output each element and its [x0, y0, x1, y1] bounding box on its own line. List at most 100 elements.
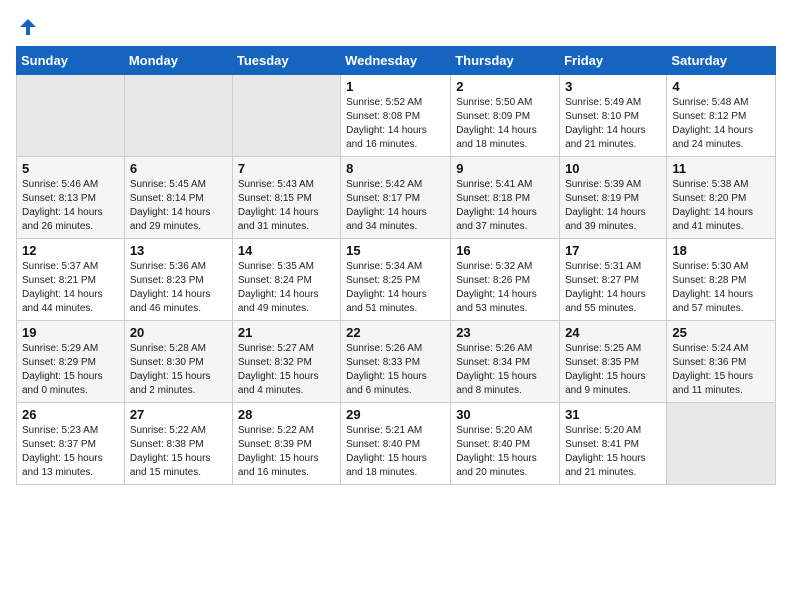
day-info: Sunrise: 5:42 AMSunset: 8:17 PMDaylight:…: [346, 178, 445, 234]
day-info: Sunrise: 5:52 AMSunset: 8:08 PMDaylight:…: [346, 96, 445, 152]
day-info: Sunrise: 5:20 AMSunset: 8:41 PMDaylight:…: [565, 424, 661, 480]
day-info: Sunrise: 5:20 AMSunset: 8:40 PMDaylight:…: [456, 424, 554, 480]
week-row-2: 5 Sunrise: 5:46 AMSunset: 8:13 PMDaylight…: [17, 157, 776, 239]
day-info: Sunrise: 5:29 AMSunset: 8:29 PMDaylight:…: [22, 342, 119, 398]
day-number: 17: [565, 243, 661, 258]
weekday-header-monday: Monday: [124, 47, 232, 75]
day-cell: 24 Sunrise: 5:25 AMSunset: 8:35 PMDayligh…: [560, 321, 667, 403]
day-number: 8: [346, 161, 445, 176]
weekday-header-saturday: Saturday: [667, 47, 776, 75]
day-info: Sunrise: 5:35 AMSunset: 8:24 PMDaylight:…: [238, 260, 335, 316]
day-cell: 28 Sunrise: 5:22 AMSunset: 8:39 PMDayligh…: [232, 403, 340, 485]
day-number: 3: [565, 79, 661, 94]
day-info: Sunrise: 5:30 AMSunset: 8:28 PMDaylight:…: [672, 260, 770, 316]
day-cell: 14Sunrise: 5:35 AMSunset: 8:24 PMDayligh…: [232, 239, 340, 321]
day-number: 19: [22, 325, 119, 340]
day-cell: 17 Sunrise: 5:31 AMSunset: 8:27 PMDayligh…: [560, 239, 667, 321]
weekday-header-row: SundayMondayTuesdayWednesdayThursdayFrid…: [17, 47, 776, 75]
day-info: Sunrise: 5:24 AMSunset: 8:36 PMDaylight:…: [672, 342, 770, 398]
day-cell: 29Sunrise: 5:21 AMSunset: 8:40 PMDayligh…: [341, 403, 451, 485]
day-info: Sunrise: 5:32 AMSunset: 8:26 PMDaylight:…: [456, 260, 554, 316]
day-info: Sunrise: 5:39 AMSunset: 8:19 PMDaylight:…: [565, 178, 661, 234]
day-number: 13: [130, 243, 227, 258]
weekday-header-wednesday: Wednesday: [341, 47, 451, 75]
day-number: 4: [672, 79, 770, 94]
day-cell: 7Sunrise: 5:43 AMSunset: 8:15 PMDaylight…: [232, 157, 340, 239]
day-number: 22: [346, 325, 445, 340]
day-number: 28: [238, 407, 335, 422]
day-number: 18: [672, 243, 770, 258]
day-number: 10: [565, 161, 661, 176]
day-info: Sunrise: 5:22 AMSunset: 8:38 PMDaylight:…: [130, 424, 227, 480]
day-number: 5: [22, 161, 119, 176]
day-info: Sunrise: 5:22 AMSunset: 8:39 PMDaylight:…: [238, 424, 335, 480]
day-cell: 25 Sunrise: 5:24 AMSunset: 8:36 PMDayligh…: [667, 321, 776, 403]
day-info: Sunrise: 5:25 AMSunset: 8:35 PMDaylight:…: [565, 342, 661, 398]
day-number: 23: [456, 325, 554, 340]
day-number: 20: [130, 325, 227, 340]
day-cell: 19 Sunrise: 5:29 AMSunset: 8:29 PMDayligh…: [17, 321, 125, 403]
day-cell: 23 Sunrise: 5:26 AMSunset: 8:34 PMDayligh…: [451, 321, 560, 403]
day-number: 25: [672, 325, 770, 340]
day-cell: 16Sunrise: 5:32 AMSunset: 8:26 PMDayligh…: [451, 239, 560, 321]
day-cell: 6 Sunrise: 5:45 AMSunset: 8:14 PMDaylight…: [124, 157, 232, 239]
day-cell: 31 Sunrise: 5:20 AMSunset: 8:41 PMDayligh…: [560, 403, 667, 485]
day-info: Sunrise: 5:26 AMSunset: 8:34 PMDaylight:…: [456, 342, 554, 398]
day-number: 6: [130, 161, 227, 176]
day-cell: 27 Sunrise: 5:22 AMSunset: 8:38 PMDayligh…: [124, 403, 232, 485]
day-number: 15: [346, 243, 445, 258]
day-number: 21: [238, 325, 335, 340]
day-info: Sunrise: 5:26 AMSunset: 8:33 PMDaylight:…: [346, 342, 445, 398]
day-cell: [667, 403, 776, 485]
day-cell: [232, 75, 340, 157]
day-info: Sunrise: 5:36 AMSunset: 8:23 PMDaylight:…: [130, 260, 227, 316]
day-number: 31: [565, 407, 661, 422]
day-cell: 13 Sunrise: 5:36 AMSunset: 8:23 PMDayligh…: [124, 239, 232, 321]
day-cell: 22 Sunrise: 5:26 AMSunset: 8:33 PMDayligh…: [341, 321, 451, 403]
day-info: Sunrise: 5:34 AMSunset: 8:25 PMDaylight:…: [346, 260, 445, 316]
day-number: 12: [22, 243, 119, 258]
day-cell: 15 Sunrise: 5:34 AMSunset: 8:25 PMDayligh…: [341, 239, 451, 321]
logo: [16, 16, 41, 38]
day-cell: 2Sunrise: 5:50 AMSunset: 8:09 PMDaylight…: [451, 75, 560, 157]
logo-icon: [17, 16, 39, 38]
day-info: Sunrise: 5:49 AMSunset: 8:10 PMDaylight:…: [565, 96, 661, 152]
day-cell: 1 Sunrise: 5:52 AMSunset: 8:08 PMDaylight…: [341, 75, 451, 157]
day-info: Sunrise: 5:28 AMSunset: 8:30 PMDaylight:…: [130, 342, 227, 398]
day-cell: 20 Sunrise: 5:28 AMSunset: 8:30 PMDayligh…: [124, 321, 232, 403]
week-row-5: 26Sunrise: 5:23 AMSunset: 8:37 PMDayligh…: [17, 403, 776, 485]
day-cell: [17, 75, 125, 157]
weekday-header-sunday: Sunday: [17, 47, 125, 75]
weekday-header-friday: Friday: [560, 47, 667, 75]
day-number: 24: [565, 325, 661, 340]
page-header: [16, 16, 776, 38]
day-number: 1: [346, 79, 445, 94]
day-number: 2: [456, 79, 554, 94]
day-cell: 30 Sunrise: 5:20 AMSunset: 8:40 PMDayligh…: [451, 403, 560, 485]
day-info: Sunrise: 5:31 AMSunset: 8:27 PMDaylight:…: [565, 260, 661, 316]
day-info: Sunrise: 5:41 AMSunset: 8:18 PMDaylight:…: [456, 178, 554, 234]
day-number: 26: [22, 407, 119, 422]
day-cell: 21 Sunrise: 5:27 AMSunset: 8:32 PMDayligh…: [232, 321, 340, 403]
day-info: Sunrise: 5:46 AMSunset: 8:13 PMDaylight:…: [22, 178, 119, 234]
day-info: Sunrise: 5:45 AMSunset: 8:14 PMDaylight:…: [130, 178, 227, 234]
day-cell: 11 Sunrise: 5:38 AMSunset: 8:20 PMDayligh…: [667, 157, 776, 239]
day-cell: 4 Sunrise: 5:48 AMSunset: 8:12 PMDaylight…: [667, 75, 776, 157]
day-info: Sunrise: 5:48 AMSunset: 8:12 PMDaylight:…: [672, 96, 770, 152]
weekday-header-tuesday: Tuesday: [232, 47, 340, 75]
day-number: 11: [672, 161, 770, 176]
day-cell: [124, 75, 232, 157]
day-cell: 26Sunrise: 5:23 AMSunset: 8:37 PMDayligh…: [17, 403, 125, 485]
day-cell: 12Sunrise: 5:37 AMSunset: 8:21 PMDayligh…: [17, 239, 125, 321]
day-number: 30: [456, 407, 554, 422]
day-info: Sunrise: 5:38 AMSunset: 8:20 PMDaylight:…: [672, 178, 770, 234]
weekday-header-thursday: Thursday: [451, 47, 560, 75]
day-cell: 9 Sunrise: 5:41 AMSunset: 8:18 PMDaylight…: [451, 157, 560, 239]
day-number: 29: [346, 407, 445, 422]
day-cell: 8 Sunrise: 5:42 AMSunset: 8:17 PMDaylight…: [341, 157, 451, 239]
day-number: 27: [130, 407, 227, 422]
day-cell: 5 Sunrise: 5:46 AMSunset: 8:13 PMDaylight…: [17, 157, 125, 239]
day-info: Sunrise: 5:27 AMSunset: 8:32 PMDaylight:…: [238, 342, 335, 398]
day-number: 9: [456, 161, 554, 176]
day-cell: 18 Sunrise: 5:30 AMSunset: 8:28 PMDayligh…: [667, 239, 776, 321]
